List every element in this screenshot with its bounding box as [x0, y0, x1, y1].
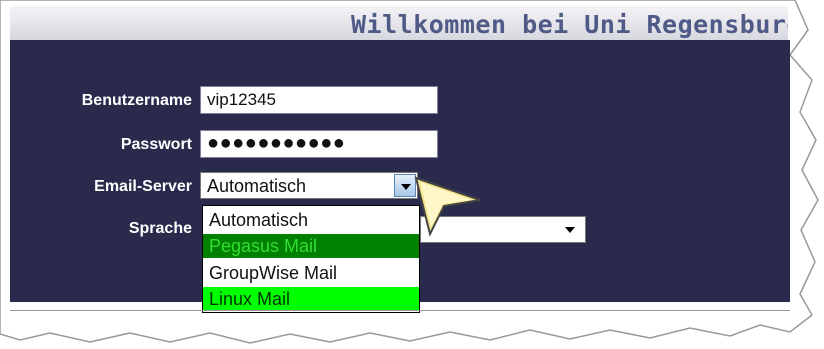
divider — [10, 310, 790, 311]
username-field[interactable]: vip12345 — [200, 86, 438, 114]
welcome-header: Willkommen bei Uni Regensburg — [10, 6, 788, 41]
email-server-options-list: Automatisch Pegasus Mail GroupWise Mail … — [202, 205, 420, 313]
welcome-title: Willkommen bei Uni Regensburg — [351, 10, 788, 39]
option-automatisch[interactable]: Automatisch — [203, 208, 419, 232]
email-server-selected: Automatisch — [207, 176, 307, 196]
option-pegasus-mail[interactable]: Pegasus Mail — [203, 234, 419, 258]
chevron-down-icon — [565, 227, 575, 233]
pointer-arrow-icon — [414, 176, 481, 237]
password-field[interactable]: ●●●●●●●●●●● — [200, 130, 438, 158]
email-server-label: Email-Server — [94, 178, 192, 195]
username-label: Benutzername — [81, 92, 192, 109]
option-groupwise-mail[interactable]: GroupWise Mail — [203, 261, 419, 285]
language-label: Sprache — [128, 220, 192, 237]
option-linux-mail[interactable]: Linux Mail — [203, 287, 419, 311]
email-server-select[interactable]: Automatisch — [200, 172, 418, 199]
password-label: Passwort — [120, 136, 192, 153]
